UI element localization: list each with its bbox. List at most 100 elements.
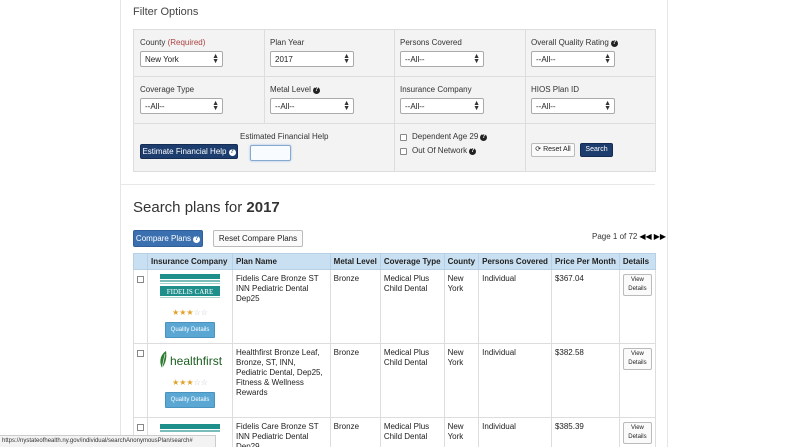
dependent-age-29-label: Dependent Age 29? [412,132,488,141]
page: Filter Options County (Required) New Yor… [0,0,800,447]
metal-level-label: Metal Level? [270,85,320,94]
company-logo: FIDELIS CARE ★★★☆☆ Quality Details [151,274,229,338]
metal-level-cell: Bronze [329,269,381,344]
column-header: County [443,253,480,270]
table-row: FIDELIS CARE ★★★☆☆ Quality Details Fidel… [133,269,657,344]
compare-plans-button[interactable]: Compare Plans? [133,230,203,247]
plan-year-select[interactable]: 2017 ▲ ▼ [270,51,354,67]
persons-covered-select[interactable]: --All-- ▲ ▼ [400,51,484,67]
dependent-age-29-checkbox[interactable] [400,134,407,141]
row-select-cell [133,343,148,418]
next-page-icon[interactable]: ▶▶ [654,232,666,241]
view-details-button[interactable]: View Details [622,422,652,444]
section-divider [120,184,655,185]
estimated-financial-help-input[interactable] [250,145,291,161]
county-cell: New York [443,417,480,447]
svg-text:FIDELIS CARE: FIDELIS CARE [167,288,213,296]
plan-name-cell: Fidelis Care Bronze ST INN Pediatric Den… [232,417,331,447]
quality-details-button[interactable]: Quality Details [164,322,216,338]
quality-rating-select[interactable]: --All-- ▲ ▼ [531,51,615,67]
view-details-button[interactable]: View Details [622,274,652,296]
select-arrows-icon: ▲ ▼ [212,100,219,112]
estimate-financial-help-button[interactable]: Estimate Financial Help? [140,144,238,159]
price-cell: $367.04 [550,269,620,344]
coverage-type-select[interactable]: --All-- ▲ ▼ [140,98,223,114]
insurance-company-select[interactable]: --All-- ▲ ▼ [400,98,484,114]
metal-level-cell: Metal Level? --All-- ▲ ▼ [265,77,395,124]
row-select-cell [133,269,148,344]
hios-plan-id-cell: HIOS Plan ID --All-- ▲ ▼ [526,77,656,124]
compare-checkbox[interactable] [137,350,144,357]
compare-checkbox[interactable] [137,424,144,431]
select-arrows-icon: ▲ ▼ [343,100,350,112]
out-of-network-checkbox[interactable] [400,148,407,155]
column-header: Metal Level [329,253,381,270]
fidelis-care-logo-icon [160,424,220,432]
svg-text:healthfirst: healthfirst [170,354,223,368]
help-icon[interactable]: ? [610,40,618,47]
company-logo: healthfirst ★★★☆☆ Quality Details [151,348,229,408]
select-arrows-icon: ▲ ▼ [604,53,611,65]
content-border-left [120,0,121,447]
metal-level-select[interactable]: --All-- ▲ ▼ [270,98,354,114]
help-icon[interactable]: ? [480,134,488,141]
coverage-type-cell: Medical Plus Child Dental [379,269,445,344]
county-select[interactable]: New York ▲ ▼ [140,51,223,67]
county-cell: New York [443,269,480,344]
company-cell: FIDELIS CARE ★★★☆☆ Quality Details [147,269,233,344]
required-marker: (Required) [167,38,206,47]
previous-page-icon[interactable]: ◀◀ [639,232,651,241]
help-icon: ? [193,236,201,243]
search-button[interactable]: Search [580,143,613,157]
company-logo [151,422,229,435]
column-header: Price Per Month [550,253,620,270]
quality-rating-label: Overall Quality Rating? [531,38,618,47]
select-column-header [133,253,148,270]
pagination: Page 1 of 72 ◀◀ ▶▶ [592,232,666,241]
insurance-company-cell: Insurance Company --All-- ▲ ▼ [395,77,526,124]
help-icon[interactable]: ? [312,87,320,94]
estimated-financial-help-label: Estimated Financial Help [240,132,329,141]
filter-options-title: Filter Options [133,6,199,18]
select-arrows-icon: ▲ ▼ [473,53,480,65]
county-label: County (Required) [140,38,206,47]
quality-details-button[interactable]: Quality Details [164,392,216,408]
table-header-row: Insurance Company Plan Name Metal Level … [133,253,657,270]
insurance-company-label: Insurance Company [400,85,472,94]
star-rating: ★★★☆☆ [172,308,208,317]
hios-plan-id-label: HIOS Plan ID [531,85,580,94]
star-rating: ★★★☆☆ [172,378,208,387]
help-icon[interactable]: ? [469,148,477,155]
persons-covered-label: Persons Covered [400,38,462,47]
select-arrows-icon: ▲ ▼ [212,53,219,65]
select-arrows-icon: ▲ ▼ [473,100,480,112]
column-header: Details [618,253,657,270]
details-cell: View Details [618,269,657,344]
view-details-button[interactable]: View Details [622,348,652,370]
fidelis-care-logo-icon: FIDELIS CARE [160,274,220,298]
metal-level-cell: Bronze [329,343,381,418]
reset-all-button[interactable]: ⟳ Reset All [531,143,575,157]
persons-covered-cell: Individual [478,417,552,447]
persons-covered-cell: Individual [478,269,552,344]
content-border-right [667,0,668,447]
coverage-type-cell: Medical Plus Child Dental [379,417,445,447]
plan-year-label: Plan Year [270,38,305,47]
healthfirst-logo-icon: healthfirst [160,351,223,369]
checkbox-options-cell: Dependent Age 29? Out Of Network? [395,124,526,172]
actions-cell: ⟳ Reset All Search [526,124,656,172]
compare-checkbox[interactable] [137,276,144,283]
reset-compare-plans-button[interactable]: Reset Compare Plans [213,230,303,247]
details-cell: View Details [618,343,657,418]
coverage-type-label: Coverage Type [140,85,195,94]
select-arrows-icon: ▲ ▼ [604,100,611,112]
refresh-icon: ⟳ [535,146,542,153]
plan-name-cell: Fidelis Care Bronze ST INN Pediatric Den… [232,269,331,344]
hios-plan-id-select[interactable]: --All-- ▲ ▼ [531,98,615,114]
browser-status-bar: https://nystateofhealth.ny.gov/individua… [0,435,216,447]
financial-help-cell: Estimate Financial Help? Estimated Finan… [134,124,395,172]
metal-level-cell: Bronze [329,417,381,447]
county-cell: New York [443,343,480,418]
plans-table: Insurance Company Plan Name Metal Level … [133,253,657,447]
select-arrows-icon: ▲ ▼ [343,53,350,65]
